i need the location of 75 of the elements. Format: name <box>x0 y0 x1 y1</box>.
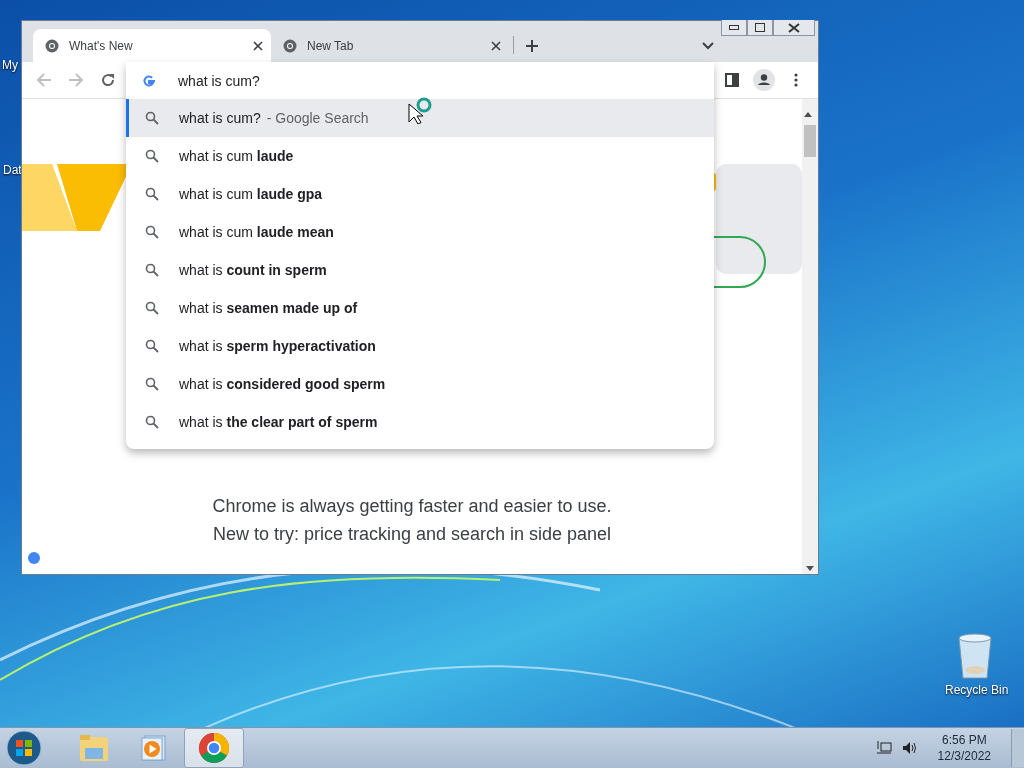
time-text: 6:56 PM <box>941 733 987 747</box>
suggestion-item[interactable]: what is the clear part of sperm <box>126 403 714 441</box>
maximize-icon <box>755 23 765 32</box>
search-icon <box>145 377 159 391</box>
suggestion-text: what is count in sperm <box>179 262 327 278</box>
suggestion-text: what is seamen made up of <box>179 300 358 316</box>
tab-title: What's New <box>69 38 134 53</box>
google-icon <box>142 73 156 88</box>
page-text: New to try: price tracking and search in side panel <box>212 523 612 546</box>
desktop-icon-label[interactable]: My <box>2 58 18 72</box>
network-icon[interactable] <box>875 740 892 756</box>
date-text: 12/3/2022 <box>937 749 991 763</box>
forward-arrow-icon <box>68 72 84 88</box>
address-field[interactable]: what is cum? <box>176 71 714 90</box>
scroll-thumb[interactable] <box>804 125 816 157</box>
maximize-button[interactable] <box>747 20 773 36</box>
clock[interactable]: 6:56 PM 12/3/2022 <box>927 733 1001 763</box>
suggestion-item[interactable]: what is sperm hyperactivation <box>126 327 714 365</box>
suggestion-item[interactable]: what is seamen made up of <box>126 289 714 327</box>
dot-icon <box>28 552 40 564</box>
scroll-up-icon[interactable] <box>804 112 812 117</box>
suggestion-item[interactable]: what is cum? - Google Search <box>126 99 714 137</box>
start-button[interactable] <box>4 729 44 767</box>
tab-title: New Tab <box>307 38 355 53</box>
taskbar-app-button[interactable] <box>184 728 244 768</box>
suggestion-text: what is the clear part of sperm <box>179 414 378 430</box>
profile-button[interactable] <box>750 66 778 94</box>
suggestion-hint: - Google Search <box>266 110 369 126</box>
side-panel-icon <box>725 73 739 87</box>
minimize-button[interactable] <box>721 20 747 36</box>
suggestion-text: what is cum laude <box>179 148 294 164</box>
plus-icon <box>525 39 539 53</box>
search-icon <box>145 415 159 429</box>
chrome-icon <box>198 732 230 764</box>
suggestion-item[interactable]: what is considered good sperm <box>126 365 714 403</box>
search-icon <box>145 111 159 125</box>
search-icon <box>145 187 159 201</box>
search-icon <box>145 263 159 277</box>
close-icon[interactable] <box>491 40 501 51</box>
scrollbar[interactable] <box>802 99 818 574</box>
desktop-icon-label[interactable]: Dat <box>3 163 22 177</box>
search-icon <box>145 149 159 163</box>
browser-tab[interactable]: New Tab <box>271 29 509 62</box>
suggestion-item[interactable]: what is cum laude gpa <box>126 175 714 213</box>
search-icon <box>145 301 159 315</box>
folder-icon <box>79 734 109 762</box>
suggestion-item[interactable]: what is cum laude <box>126 137 714 175</box>
recycle-bin-icon[interactable] <box>956 632 994 680</box>
page-text: Chrome is always getting faster and easier to use. <box>212 495 612 518</box>
avatar-icon <box>753 69 775 91</box>
suggestion-text: what is considered good sperm <box>179 376 386 392</box>
suggestion-item[interactable]: what is count in sperm <box>126 251 714 289</box>
suggestion-text: what is cum laude gpa <box>179 186 323 202</box>
chrome-icon <box>283 38 297 53</box>
close-icon[interactable] <box>253 40 263 51</box>
search-icon <box>145 225 159 239</box>
back-arrow-icon <box>36 72 52 88</box>
suggestion-item[interactable]: what is cum laude mean <box>126 213 714 251</box>
volume-icon[interactable] <box>901 741 918 755</box>
suggestion-text: what is cum laude mean <box>179 224 334 240</box>
chevron-down-icon <box>702 42 714 50</box>
browser-tab[interactable]: What's New <box>33 29 271 62</box>
suggestion-text: what is sperm hyperactivation <box>179 338 376 354</box>
reload-icon <box>100 72 116 88</box>
search-icon <box>145 339 159 353</box>
suggestion-text: what is cum? <box>179 110 261 126</box>
cursor-icon <box>408 96 434 124</box>
scroll-down-icon[interactable] <box>806 566 814 571</box>
media-player-icon <box>141 734 167 762</box>
menu-icon <box>794 73 798 87</box>
close-button[interactable] <box>773 20 815 36</box>
chrome-icon <box>45 38 59 53</box>
close-icon <box>788 22 800 33</box>
desktop-icon-label[interactable]: Recycle Bin <box>945 683 1009 697</box>
minimize-icon <box>729 24 739 31</box>
